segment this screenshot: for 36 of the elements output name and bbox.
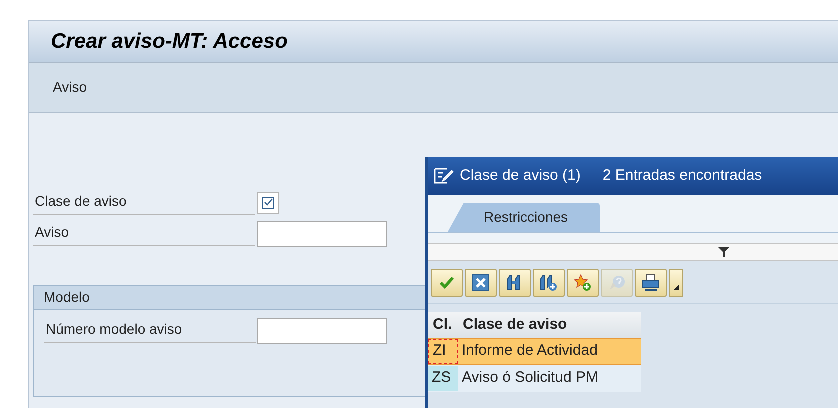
toolbar-button[interactable] <box>635 269 667 297</box>
table-row[interactable]: ZS Aviso ó Solicitud PM <box>428 365 641 392</box>
toolbar-button[interactable] <box>533 269 565 297</box>
table-cell: ZS <box>428 366 458 391</box>
toolbar-button[interactable] <box>499 269 531 297</box>
checkbox-list-icon <box>262 197 274 209</box>
text-input[interactable] <box>257 318 387 344</box>
text-input[interactable] <box>257 221 387 247</box>
cancel-icon <box>472 274 490 292</box>
table-cell-text: Aviso ó Solicitud PM <box>462 368 598 388</box>
printer-icon <box>642 274 660 292</box>
field-label: Aviso <box>33 222 255 246</box>
checkmark-icon <box>439 275 455 291</box>
field-label: Clase de aviso <box>33 191 255 215</box>
table-cell: ZI <box>428 339 458 364</box>
column-header: Cl. <box>432 314 454 335</box>
group-title: Modelo <box>44 288 90 307</box>
help-icon <box>608 274 626 292</box>
f4-help-button[interactable] <box>257 192 279 214</box>
dialog-title: Clase de aviso (1) <box>460 166 581 186</box>
dropdown-button[interactable] <box>669 269 683 297</box>
tab[interactable]: Restricciones <box>448 203 600 232</box>
star-plus-icon <box>574 274 592 292</box>
table-row[interactable]: ZI Informe de Actividad <box>428 338 641 365</box>
menu-item[interactable]: Aviso <box>53 77 87 98</box>
caret-icon <box>674 285 678 290</box>
table-cell-text: Informe de Actividad <box>462 341 598 362</box>
toolbar-button[interactable] <box>465 269 497 297</box>
window-title: Crear aviso-MT: Acceso <box>51 28 288 55</box>
toolbar-button[interactable] <box>567 269 599 297</box>
field-label: Número modelo aviso <box>44 319 256 343</box>
column-header: Clase de aviso <box>462 314 568 335</box>
entries-count: 2 Entradas encontradas <box>602 166 762 186</box>
filter-icon <box>718 247 730 257</box>
binoculars-plus-icon <box>540 274 558 292</box>
dialog-icon <box>434 168 454 184</box>
